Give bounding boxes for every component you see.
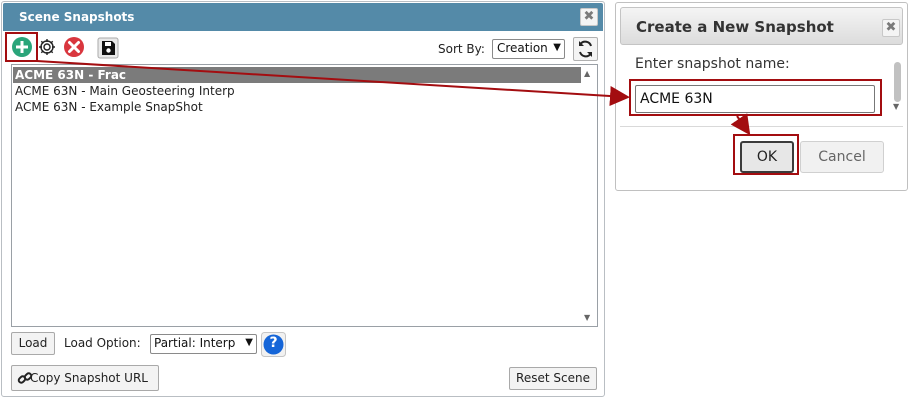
snapshot-list-item-example[interactable]: ACME 63N - Example SnapShot: [13, 99, 583, 115]
snapshot-list[interactable]: ACME 63N - Frac ACME 63N - Main Geosteer…: [11, 64, 598, 327]
scroll-up-icon[interactable]: ▲: [584, 69, 590, 78]
new-snapshot-title: Create a New Snapshot: [636, 18, 834, 36]
gear-icon[interactable]: [37, 37, 57, 57]
snapshot-list-item-frac[interactable]: ACME 63N - Frac: [13, 67, 583, 83]
sort-by-label: Sort By:: [438, 42, 485, 56]
copy-snapshot-url-label: Copy Snapshot URL: [30, 371, 148, 385]
load-button[interactable]: Load: [11, 332, 55, 355]
snapshot-list-item-main-geosteering[interactable]: ACME 63N - Main Geosteering Interp: [13, 83, 583, 99]
sort-by-select[interactable]: Creation ▼: [492, 39, 565, 59]
snapshot-list-scrollbar[interactable]: ▲ ▼: [581, 66, 596, 325]
dialog-scrollbar-thumb[interactable]: [894, 62, 901, 102]
scene-snapshots-title: Scene Snapshots: [19, 10, 135, 24]
reset-scene-button[interactable]: Reset Scene: [509, 367, 597, 390]
copy-snapshot-url-button[interactable]: Copy Snapshot URL: [11, 365, 159, 391]
snapshot-name-prompt: Enter snapshot name:: [635, 56, 790, 72]
name-input-highlight: [629, 79, 882, 116]
scene-snapshots-close-button[interactable]: ✖: [580, 8, 598, 26]
scroll-down-icon[interactable]: ▼: [893, 102, 899, 111]
scene-snapshots-window: Scene Snapshots ✖ Sort By: Creation ▼ AC…: [1, 1, 605, 397]
new-snapshot-close-button[interactable]: ✖: [882, 19, 900, 37]
help-glyph: ?: [269, 335, 278, 351]
new-snapshot-titlebar[interactable]: Create a New Snapshot ✖: [620, 7, 903, 45]
load-option-select[interactable]: Partial: Interp ▼: [150, 334, 257, 354]
refresh-icon: [579, 40, 592, 58]
load-option-value: Partial: Interp: [154, 336, 236, 350]
chevron-down-icon: ▼: [245, 337, 253, 348]
ok-button-highlight: [733, 134, 799, 175]
scroll-down-icon[interactable]: ▼: [584, 313, 590, 322]
chevron-down-icon: ▼: [553, 42, 561, 53]
cancel-button[interactable]: Cancel: [800, 141, 884, 173]
dialog-scrollbar[interactable]: ▼: [892, 60, 906, 118]
add-button-highlight: [5, 32, 38, 62]
load-option-label: Load Option:: [64, 336, 141, 350]
scene-snapshots-titlebar[interactable]: Scene Snapshots ✖: [3, 3, 603, 31]
link-icon: [17, 370, 33, 394]
floppy-disk-icon[interactable]: [97, 37, 119, 59]
dialog-divider: [620, 126, 903, 127]
sort-by-value: Creation: [497, 41, 548, 55]
help-button[interactable]: ?: [261, 332, 286, 357]
refresh-button[interactable]: [573, 37, 598, 61]
x-circle-icon[interactable]: [63, 36, 85, 58]
